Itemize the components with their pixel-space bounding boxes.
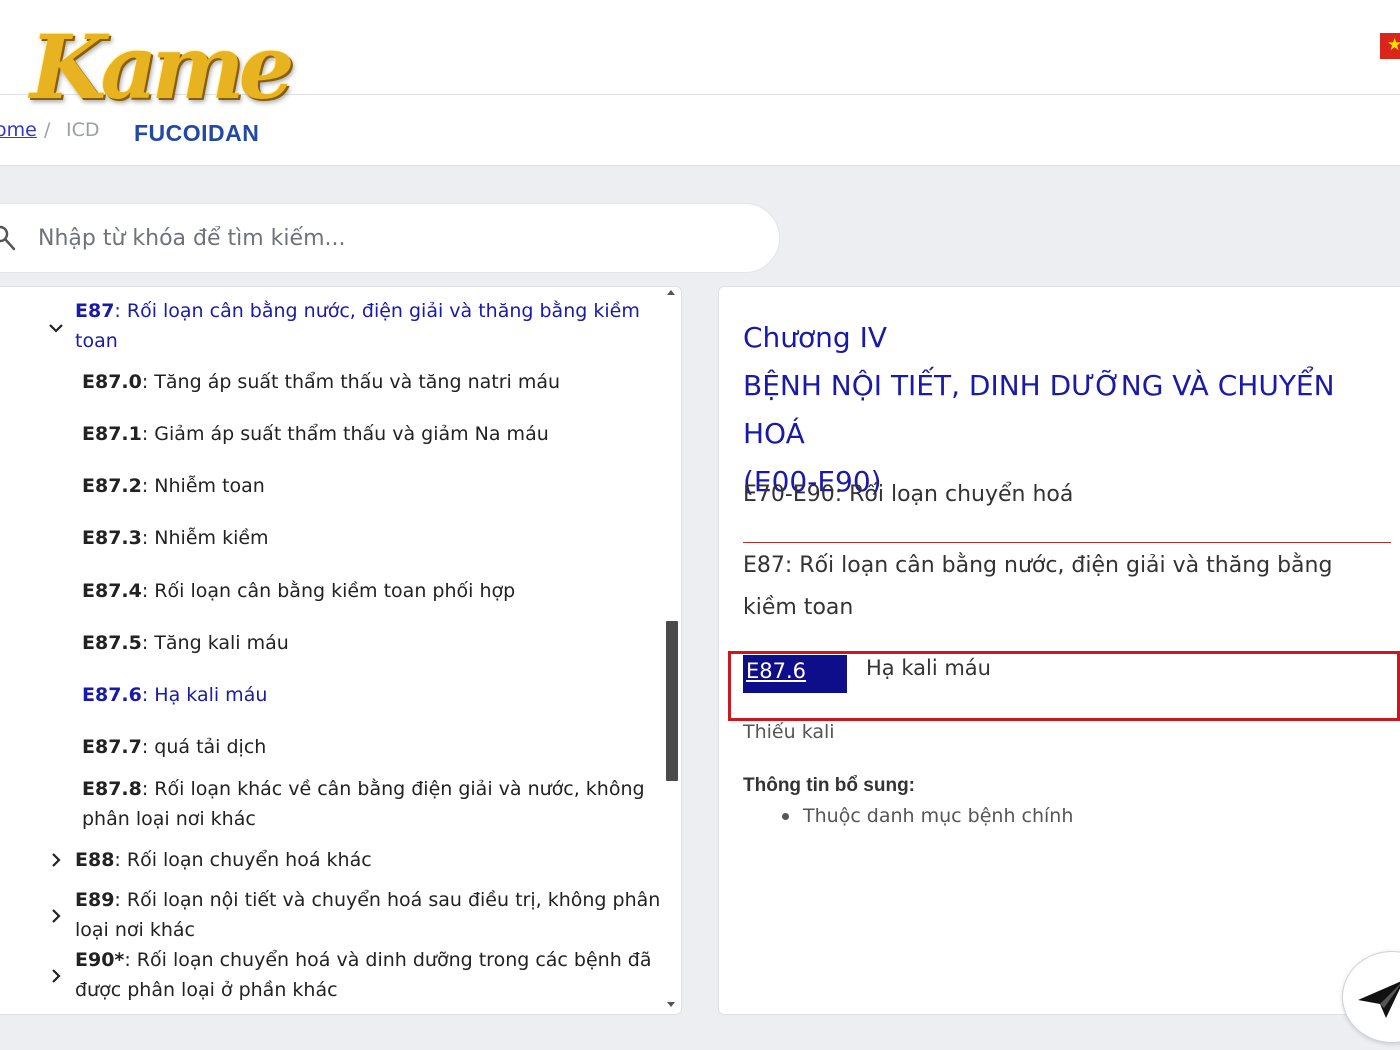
breadcrumb-current: ICD (66, 119, 100, 141)
paper-plane-icon (1358, 981, 1400, 1018)
tree-item-e87-4[interactable]: E87.4: Rối loạn cân bằng kiềm toan phối … (82, 576, 515, 606)
extra-info-title: Thông tin bổ sung: (743, 775, 916, 796)
tree-label: : Giảm áp suất thẩm thấu và giảm Na máu (141, 423, 549, 445)
tree-label: : Tăng áp suất thẩm thấu và tăng natri m… (141, 371, 561, 393)
breadcrumb-home-link[interactable]: ome (0, 119, 37, 141)
tree-item-e89[interactable]: E89: Rối loạn nội tiết và chuyển hoá sau… (75, 885, 660, 915)
tree-code: E87.7 (82, 736, 142, 758)
tree-item-e87-0[interactable]: E87.0: Tăng áp suất thẩm thấu và tăng na… (82, 367, 560, 397)
tree-label: : Rối loạn cân bằng nước, điện giải và t… (114, 300, 640, 322)
scroll-up-arrow-icon[interactable] (667, 290, 675, 295)
category-title: E87: Rối loạn cân bằng nước, điện giải v… (743, 553, 1333, 620)
tree-label-cont[interactable]: được phân loại ở phần khác (75, 975, 338, 1005)
logo-fucoidan: FUCOIDAN (134, 120, 260, 146)
bullet-icon (782, 813, 789, 820)
tree-label: : Rối loạn khác về cân bằng điện giải và… (141, 778, 645, 800)
chapter-heading: Chương IV BỆNH NỘI TIẾT, DINH DƯỠNG VÀ C… (743, 314, 1400, 506)
code-link[interactable]: E87.6 (746, 659, 806, 683)
tree-label: : Tăng kali máu (141, 632, 289, 654)
tree-code: E87.3 (82, 527, 142, 549)
synonym-text: Thiếu kali (743, 721, 835, 743)
chevron-down-icon[interactable] (48, 320, 64, 336)
tree-label: : Nhiễm kiềm (141, 527, 269, 549)
search-icon[interactable] (0, 223, 18, 253)
tree-code: E87.5 (82, 632, 142, 654)
tree-code: E87.2 (82, 475, 142, 497)
tree-item-e87-8[interactable]: E87.8: Rối loạn khác về cân bằng điện gi… (82, 774, 645, 804)
code-title: Hạ kali máu (866, 656, 991, 680)
tree-code: E87.8 (82, 778, 142, 800)
chevron-right-icon[interactable] (48, 968, 64, 984)
tree-code: E90* (75, 949, 125, 971)
tree-code: E87 (75, 300, 115, 322)
tree-label: : Nhiễm toan (141, 475, 265, 497)
chevron-right-icon[interactable] (48, 908, 64, 924)
tree-label: : Hạ kali máu (141, 684, 268, 706)
tree-code: E87.1 (82, 423, 142, 445)
tree-label-cont[interactable]: phân loại nơi khác (82, 804, 256, 834)
group-title: E70-E90: Rối loạn chuyển hoá (743, 482, 1074, 507)
logo-kame[interactable]: Kame (30, 12, 295, 122)
scroll-down-arrow-icon[interactable] (667, 1002, 675, 1007)
chapter-title: BỆNH NỘI TIẾT, DINH DƯỠNG VÀ CHUYỂN HOÁ (743, 369, 1335, 450)
tree-label: : Rối loạn cân bằng kiềm toan phối hợp (141, 580, 516, 602)
tree-item-e87-2[interactable]: E87.2: Nhiễm toan (82, 471, 265, 501)
tree-item-e87-3[interactable]: E87.3: Nhiễm kiềm (82, 523, 269, 553)
chevron-right-icon[interactable] (48, 852, 64, 868)
tree-item-e87-7[interactable]: E87.7: quá tải dịch (82, 732, 266, 762)
tree-code: E88 (75, 849, 115, 871)
tree-label: : Rối loạn chuyển hoá khác (114, 849, 372, 871)
tree-label-cont[interactable]: loại nơi khác (75, 915, 195, 945)
extra-info-item: Thuộc danh mục bệnh chính (803, 805, 1074, 827)
tree-label: : Rối loạn chuyển hoá và dinh dưỡng tron… (124, 949, 652, 971)
scrollbar-thumb[interactable] (666, 621, 678, 781)
tree-code: E89 (75, 889, 115, 911)
tree-item-e87-6[interactable]: E87.6: Hạ kali máu (82, 680, 267, 710)
search-input[interactable] (38, 222, 738, 254)
divider (743, 542, 1391, 543)
tree-item-e88[interactable]: E88: Rối loạn chuyển hoá khác (75, 845, 372, 875)
tree-item-e90[interactable]: E90*: Rối loạn chuyển hoá và dinh dưỡng … (75, 945, 652, 975)
flag-star-icon: ★ (1387, 35, 1400, 55)
tree-label-cont[interactable]: toan (75, 326, 118, 356)
chapter-number: Chương IV (743, 321, 888, 354)
tree-label: : Rối loạn nội tiết và chuyển hoá sau đi… (114, 889, 661, 911)
tree-code: E87.4 (82, 580, 142, 602)
tree-item-e87[interactable]: E87: Rối loạn cân bằng nước, điện giải v… (75, 296, 640, 326)
tree-code: E87.6 (82, 684, 142, 706)
tree-item-e87-1[interactable]: E87.1: Giảm áp suất thẩm thấu và giảm Na… (82, 419, 549, 449)
breadcrumb-separator: / (44, 119, 51, 141)
tree-item-e87-5[interactable]: E87.5: Tăng kali máu (82, 628, 289, 658)
tree-code: E87.0 (82, 371, 142, 393)
tree-label: : quá tải dịch (141, 736, 267, 758)
